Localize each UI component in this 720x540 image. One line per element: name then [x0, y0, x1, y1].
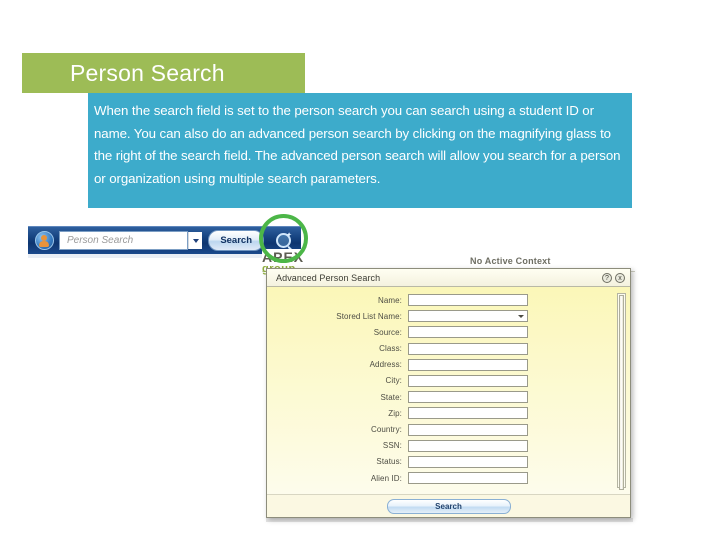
slide-body-banner: When the search field is set to the pers…: [88, 93, 632, 208]
field-label-address: Address:: [369, 360, 402, 370]
help-icon[interactable]: ?: [602, 272, 612, 283]
field-label-alien-id: Alien ID:: [370, 473, 402, 483]
form-row-name: Name:: [267, 294, 608, 306]
person-avatar-icon: [35, 231, 54, 250]
chevron-down-icon: [192, 238, 199, 243]
slide-title-banner: Person Search: [22, 53, 305, 93]
form-row-class: Class:: [267, 342, 608, 355]
form-row-zip: Zip:: [267, 407, 608, 420]
field-input-source[interactable]: [408, 326, 528, 339]
field-input-ssn[interactable]: [408, 439, 528, 452]
field-input-state[interactable]: [408, 391, 528, 404]
field-label-class: Class:: [379, 344, 402, 354]
field-label-zip: Zip:: [388, 408, 402, 418]
dialog-vertical-scrollbar[interactable]: [617, 293, 626, 490]
field-input-status[interactable]: [408, 455, 528, 468]
field-label-source: Source:: [373, 327, 402, 337]
form-row-country: Country:: [267, 423, 608, 436]
search-input-placeholder: Person Search: [67, 235, 134, 246]
field-label-country: Country:: [370, 425, 402, 434]
search-button[interactable]: Search: [208, 230, 264, 251]
form-row-status: Status:: [267, 455, 608, 468]
chevron-down-icon: [518, 314, 524, 318]
field-input-zip[interactable]: [408, 407, 528, 420]
field-input-city[interactable]: [408, 374, 528, 387]
dialog-drop-shadow: [266, 518, 633, 522]
search-input[interactable]: Person Search: [59, 231, 189, 250]
slide-body-text: When the search field is set to the pers…: [94, 103, 621, 186]
field-input-alien-id[interactable]: [408, 472, 528, 485]
dialog-titlebar-icons: ? x: [602, 272, 625, 283]
form-row-source: Source:: [267, 326, 608, 339]
scrollbar-thumb[interactable]: [619, 295, 624, 490]
advanced-search-form: Name: Stored List Name: Source: Class: A…: [267, 294, 608, 488]
field-input-address[interactable]: [408, 358, 528, 371]
dialog-footer: Search: [267, 494, 630, 517]
dialog-titlebar: Advanced Person Search ? x: [267, 269, 630, 287]
field-label-state: State:: [380, 392, 402, 402]
field-input-class[interactable]: [408, 342, 528, 355]
field-input-country[interactable]: [408, 423, 528, 436]
dialog-body: Name: Stored List Name: Source: Class: A…: [267, 287, 630, 494]
form-row-ssn: SSN:: [267, 439, 608, 452]
dialog-search-submit-button[interactable]: Search: [386, 498, 511, 514]
field-label-city: City:: [385, 376, 402, 386]
dialog-title: Advanced Person Search: [276, 272, 381, 283]
page-title: Person Search: [70, 59, 225, 86]
field-label-stored-list-name: Stored List Name:: [336, 311, 402, 321]
form-row-state: State:: [267, 391, 608, 404]
search-scope-dropdown[interactable]: [188, 232, 203, 249]
form-row-stored-list-name: Stored List Name:: [267, 310, 608, 323]
field-input-name[interactable]: [408, 294, 528, 306]
highlight-ring-annotation: [259, 214, 308, 263]
field-label-status: Status:: [376, 457, 402, 467]
field-label-name: Name:: [377, 295, 402, 305]
form-row-address: Address:: [267, 358, 608, 371]
form-row-city: City:: [267, 374, 608, 387]
field-label-ssn: SSN:: [382, 441, 402, 451]
field-select-stored-list-name[interactable]: [408, 310, 528, 323]
advanced-person-search-dialog: Advanced Person Search ? x Name: Stored …: [266, 268, 631, 518]
active-context-status: No Active Context: [470, 256, 551, 266]
close-icon[interactable]: x: [615, 272, 625, 283]
form-row-alien-id: Alien ID:: [267, 472, 608, 485]
